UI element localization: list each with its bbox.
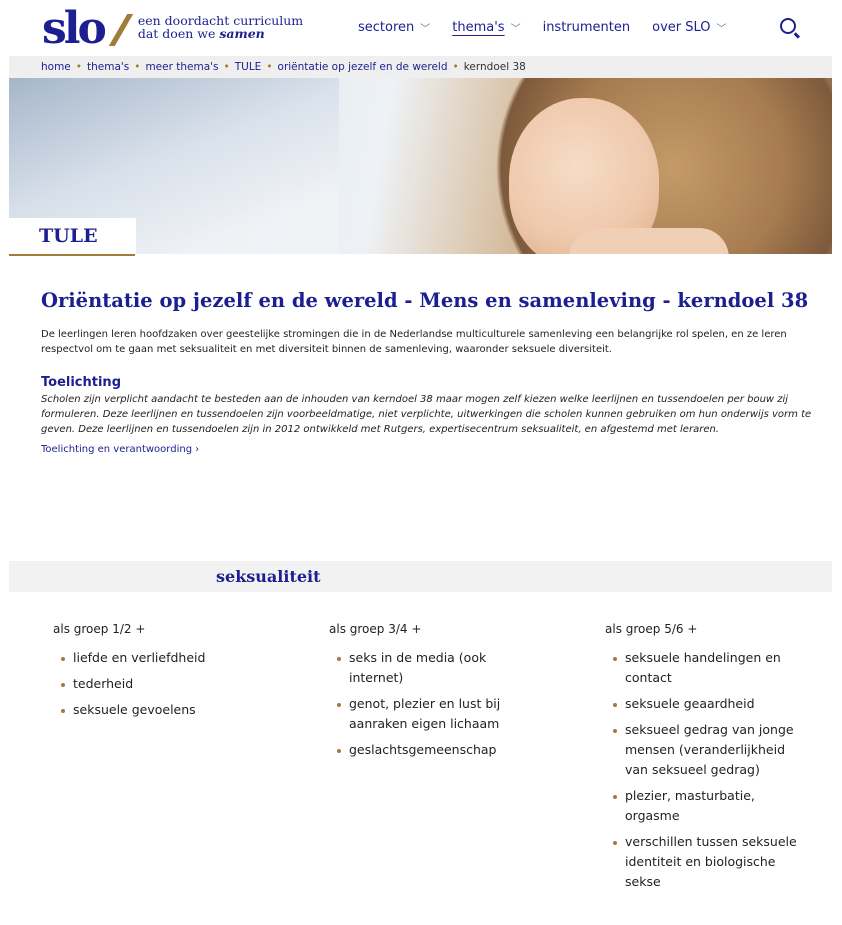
list-item: plezier, masturbatie, orgasme <box>613 786 810 826</box>
breadcrumb-separator: • <box>452 61 459 73</box>
hero-image: TULE <box>9 78 832 254</box>
nav-item-over-slo[interactable]: over SLO ﹀ <box>652 20 726 35</box>
main-content: Oriëntatie op jezelf en de wereld - Mens… <box>41 290 816 456</box>
section-title: seksualiteit <box>216 567 321 586</box>
list-item: seksuele geaardheid <box>613 694 810 714</box>
chevron-right-icon: › <box>195 444 200 455</box>
column-list: seksuele handelingen en contact seksuele… <box>605 648 810 892</box>
breadcrumb-link-orientatie[interactable]: oriëntatie op jezelf en de wereld <box>278 61 448 73</box>
breadcrumb-link-meer-themas[interactable]: meer thema's <box>145 61 218 73</box>
tagline: een doordacht curriculum dat doen we sam… <box>138 14 303 40</box>
breadcrumb-link-home[interactable]: home <box>41 61 71 73</box>
list-item: tederheid <box>61 674 263 694</box>
breadcrumb-separator: • <box>223 61 230 73</box>
column-heading: als groep 1/2 + <box>53 622 146 636</box>
nav-label: sectoren <box>358 20 415 35</box>
list-item: verschillen tussen seksuele identiteit e… <box>613 832 810 892</box>
chevron-down-icon: ﹀ <box>716 24 727 35</box>
nav-label: over SLO <box>652 20 711 35</box>
breadcrumb-current: kerndoel 38 <box>463 61 526 73</box>
list-item: genot, plezier en lust bij aanraken eige… <box>337 694 539 734</box>
tagline-line2-emph: samen <box>219 26 265 41</box>
hero-tag-underline <box>9 254 135 256</box>
breadcrumb-separator: • <box>134 61 141 73</box>
page-title: Oriëntatie op jezelf en de wereld - Mens… <box>41 289 809 312</box>
nav-item-themas[interactable]: thema's ﹀ <box>452 20 520 35</box>
toelichting-link[interactable]: Toelichting en verantwoording › <box>41 444 199 455</box>
nav-label: instrumenten <box>542 20 631 35</box>
chevron-down-icon: ﹀ <box>510 24 521 35</box>
column-groep-3-4: als groep 3/4 + seks in de media (ook in… <box>329 622 539 766</box>
chevron-down-icon: ﹀ <box>420 24 431 35</box>
main-nav: sectoren ﹀ thema's ﹀ instrumenten over SLO… <box>358 20 749 35</box>
hero-photo-hand <box>569 228 729 254</box>
nav-item-instrumenten[interactable]: instrumenten <box>543 20 631 35</box>
tagline-line2-prefix: dat doen we <box>137 26 220 41</box>
site-logo[interactable]: slo een doordacht curriculum dat doen we… <box>42 3 303 54</box>
logo-slash <box>108 14 134 46</box>
breadcrumb-separator: • <box>266 61 273 73</box>
breadcrumb-link-themas[interactable]: thema's <box>87 61 129 73</box>
intro-text: De leerlingen leren hoofdzaken over gees… <box>41 329 787 355</box>
breadcrumb-separator: • <box>75 61 82 73</box>
toelichting-text: Scholen zijn verplicht aandacht te beste… <box>41 394 812 435</box>
column-groep-1-2: als groep 1/2 + liefde en verliefdheid t… <box>53 622 263 726</box>
hero-tag: TULE <box>9 218 136 254</box>
column-list: seks in de media (ook internet) genot, p… <box>329 648 539 760</box>
toelichting-heading: Toelichting <box>41 375 121 390</box>
column-list: liefde en verliefdheid tederheid seksuel… <box>53 648 263 720</box>
column-heading: als groep 3/4 + <box>329 622 422 636</box>
section-header: seksualiteit <box>9 561 832 592</box>
search-icon[interactable] <box>780 18 796 34</box>
breadcrumb-link-tule[interactable]: TULE <box>235 61 262 73</box>
list-item: seksueel gedrag van jonge mensen (verand… <box>613 720 810 780</box>
logo-mark: slo <box>42 3 107 54</box>
list-item: seksuele gevoelens <box>61 700 263 720</box>
site-header: slo een doordacht curriculum dat doen we… <box>0 0 842 58</box>
toelichting-link-label: Toelichting en verantwoording <box>41 444 193 455</box>
nav-item-sectoren[interactable]: sectoren ﹀ <box>358 20 430 35</box>
list-item: liefde en verliefdheid <box>61 648 263 668</box>
tagline-line2: dat doen we samen <box>138 27 303 40</box>
list-item: geslachtsgemeenschap <box>337 740 539 760</box>
column-heading: als groep 5/6 + <box>605 622 698 636</box>
list-item: seks in de media (ook internet) <box>337 648 539 688</box>
column-groep-5-6: als groep 5/6 + seksuele handelingen en … <box>605 622 810 898</box>
nav-label: thema's <box>452 20 505 35</box>
list-item: seksuele handelingen en contact <box>613 648 810 688</box>
breadcrumb: home • thema's • meer thema's • TULE • oriëntati… <box>9 56 832 78</box>
